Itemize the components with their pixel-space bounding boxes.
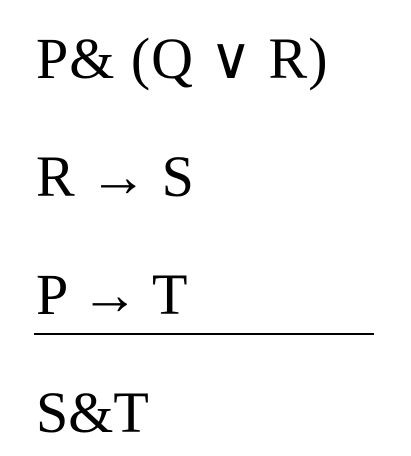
premise-1: P& (Q ∨ R)	[36, 26, 329, 91]
conclusion: S&T	[36, 380, 149, 445]
premise-2: R → S	[36, 144, 194, 209]
premise-3: P → T	[36, 262, 188, 327]
inference-line	[34, 333, 374, 335]
